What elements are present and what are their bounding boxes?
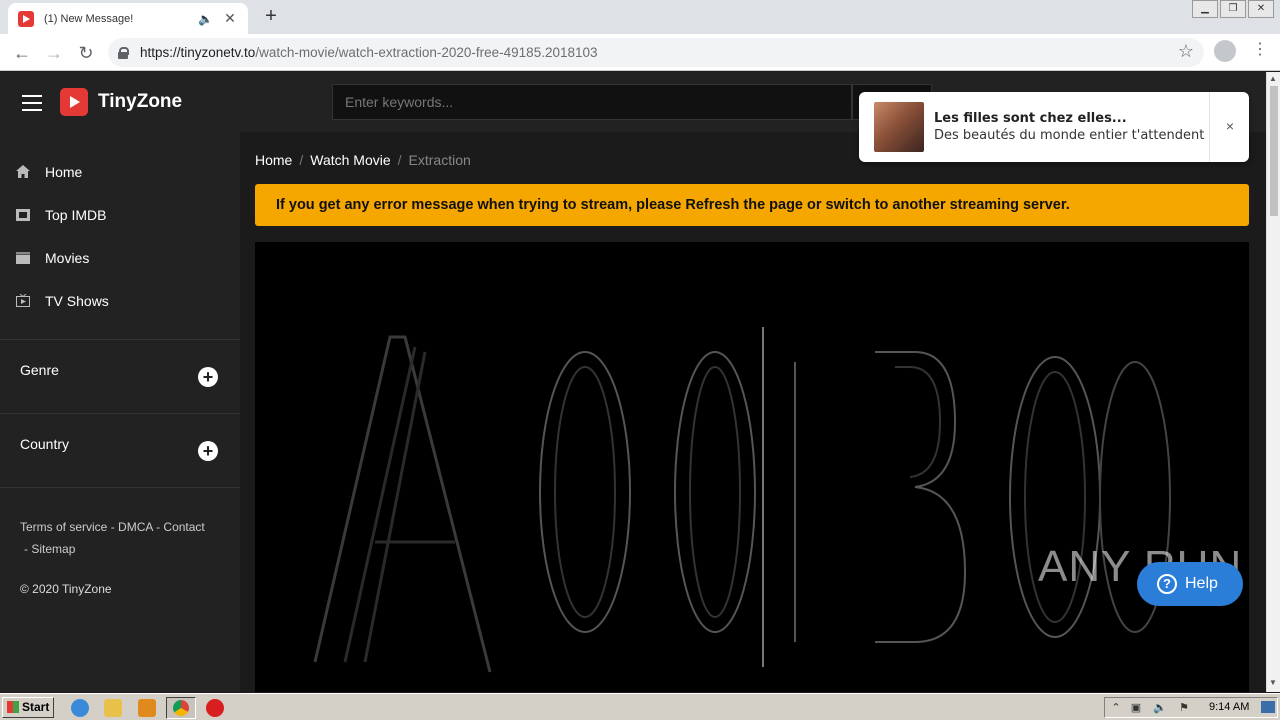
question-icon: ? xyxy=(1157,573,1177,594)
genre-expand-plus-icon[interactable]: + xyxy=(198,367,218,387)
breadcrumb-watch-movie[interactable]: Watch Movie xyxy=(310,152,390,168)
chrome-taskbar-button[interactable] xyxy=(166,697,196,719)
stream-error-alert: If you get any error message when trying… xyxy=(255,184,1249,226)
sidebar-item-label: Movies xyxy=(45,249,90,266)
movie-icon xyxy=(16,251,30,265)
search-input[interactable]: Enter keywords... xyxy=(332,84,852,120)
bookmark-star-icon[interactable]: ☆ xyxy=(1178,41,1194,62)
show-desktop-icon[interactable] xyxy=(1261,701,1275,713)
breadcrumb: Home / Watch Movie / Extraction xyxy=(255,152,471,168)
new-tab-button[interactable]: + xyxy=(260,5,282,27)
windows-flag-icon xyxy=(7,701,19,713)
imdb-icon xyxy=(16,208,30,222)
sidebar-divider xyxy=(0,487,240,488)
country-label[interactable]: Country xyxy=(20,436,69,452)
scroll-up-arrow-icon[interactable]: ▲ xyxy=(1269,74,1277,83)
genre-label[interactable]: Genre xyxy=(20,362,59,378)
breadcrumb-current: Extraction xyxy=(408,152,471,168)
minimize-button[interactable]: ▁ xyxy=(1192,0,1218,18)
chrome-icon xyxy=(173,700,189,716)
sidebar-menu: Home Top IMDB Movies TV Shows xyxy=(0,150,240,322)
browser-toolbar: ← → ↻ https://tinyzonetv.to/watch-movie/… xyxy=(0,34,1280,71)
footer-separator: - xyxy=(24,542,28,556)
restore-button[interactable]: ❐ xyxy=(1220,0,1246,18)
page-scrollbar[interactable]: ▲ ▼ xyxy=(1266,72,1280,692)
tv-icon xyxy=(16,294,30,308)
start-label: Start xyxy=(22,700,50,714)
opera-icon[interactable] xyxy=(206,699,224,717)
url-text: https://tinyzonetv.to/watch-movie/watch-… xyxy=(140,45,598,60)
window-controls: ▁ ❐ ✕ xyxy=(1190,0,1274,18)
action-center-flag-icon[interactable]: ⚑ xyxy=(1177,701,1191,715)
footer-separator: - xyxy=(156,520,161,534)
notification-title: Les filles sont chez elles... xyxy=(934,111,1127,126)
terms-link[interactable]: Terms of service xyxy=(20,520,107,534)
copyright: © 2020 TinyZone xyxy=(20,582,112,596)
notification-close-icon[interactable]: × xyxy=(1211,118,1249,134)
sidebar-item-home[interactable]: Home xyxy=(0,150,240,193)
player-logo-graphic xyxy=(313,327,1171,673)
tab-title: (1) New Message! xyxy=(44,12,134,25)
url-path: /watch-movie/watch-extraction-2020-free-… xyxy=(255,45,598,60)
window-close-button[interactable]: ✕ xyxy=(1248,0,1274,18)
taskbar-clock[interactable]: 9:14 AM xyxy=(1209,701,1249,713)
folder-icon[interactable] xyxy=(104,699,122,717)
footer-separator: - xyxy=(110,520,115,534)
breadcrumb-separator: / xyxy=(397,152,402,168)
tray-expand-icon[interactable]: ⌃ xyxy=(1109,701,1123,715)
lock-icon[interactable] xyxy=(118,46,129,59)
help-label: Help xyxy=(1185,575,1218,592)
country-expand-plus-icon[interactable]: + xyxy=(198,441,218,461)
logo-play-icon[interactable] xyxy=(60,88,88,116)
tab-close-icon[interactable]: ✕ xyxy=(222,10,238,27)
profile-avatar-icon[interactable] xyxy=(1214,40,1236,62)
footer-links: Terms of service - DMCA - Contact - Site… xyxy=(20,516,230,560)
ie-icon[interactable] xyxy=(71,699,89,717)
scroll-down-arrow-icon[interactable]: ▼ xyxy=(1269,678,1277,687)
notification-divider xyxy=(1209,92,1210,162)
browser-tab[interactable]: (1) New Message! 🔈 ✕ xyxy=(8,3,248,34)
url-host: https://tinyzonetv.to xyxy=(140,45,256,60)
forward-arrow-icon[interactable]: → xyxy=(42,41,66,65)
notification-body: Des beautés du monde entier t'attendent xyxy=(934,128,1205,143)
breadcrumb-separator: / xyxy=(299,152,304,168)
breadcrumb-home[interactable]: Home xyxy=(255,152,292,168)
sidebar-divider xyxy=(0,413,240,414)
video-player[interactable] xyxy=(255,242,1249,692)
volume-icon[interactable]: 🔈 xyxy=(1153,701,1167,715)
sidebar-item-movies[interactable]: Movies xyxy=(0,236,240,279)
sidebar-divider xyxy=(0,339,240,340)
sidebar-item-label: Top IMDB xyxy=(45,206,107,223)
push-notification[interactable]: Les filles sont chez elles... Des beauté… xyxy=(859,92,1249,162)
help-button[interactable]: ? Help xyxy=(1137,562,1243,606)
sidebar-item-top-imdb[interactable]: Top IMDB xyxy=(0,193,240,236)
scroll-thumb[interactable] xyxy=(1270,86,1278,216)
site-logo-text[interactable]: TinyZone xyxy=(98,91,182,113)
browser-menu-icon[interactable]: ⋮ xyxy=(1252,42,1268,58)
sitemap-link[interactable]: Sitemap xyxy=(31,542,75,556)
sidebar-item-tv-shows[interactable]: TV Shows xyxy=(0,279,240,322)
sidebar-item-label: Home xyxy=(45,163,83,180)
home-icon xyxy=(16,165,30,179)
notification-thumbnail xyxy=(874,102,924,152)
youtube-favicon-icon xyxy=(18,10,34,27)
start-button[interactable]: Start xyxy=(2,697,54,718)
windows-taskbar: Start ⌃ ▣ 🔈 ⚑ 9:14 AM xyxy=(0,693,1280,720)
system-tray: ⌃ ▣ 🔈 ⚑ 9:14 AM xyxy=(1104,697,1278,718)
media-player-icon[interactable] xyxy=(138,699,156,717)
dmca-link[interactable]: DMCA xyxy=(118,520,153,534)
back-arrow-icon[interactable]: ← xyxy=(10,41,34,65)
address-bar[interactable]: https://tinyzonetv.to/watch-movie/watch-… xyxy=(108,38,1204,67)
network-icon[interactable]: ▣ xyxy=(1129,701,1143,715)
contact-link[interactable]: Contact xyxy=(163,520,204,534)
reload-icon[interactable]: ↻ xyxy=(74,41,98,65)
speaker-icon[interactable]: 🔈 xyxy=(198,12,214,26)
browser-tab-bar: (1) New Message! 🔈 ✕ + ▁ ❐ ✕ xyxy=(0,0,1280,34)
sidebar-item-label: TV Shows xyxy=(45,292,109,309)
hamburger-menu-icon[interactable] xyxy=(22,95,42,111)
